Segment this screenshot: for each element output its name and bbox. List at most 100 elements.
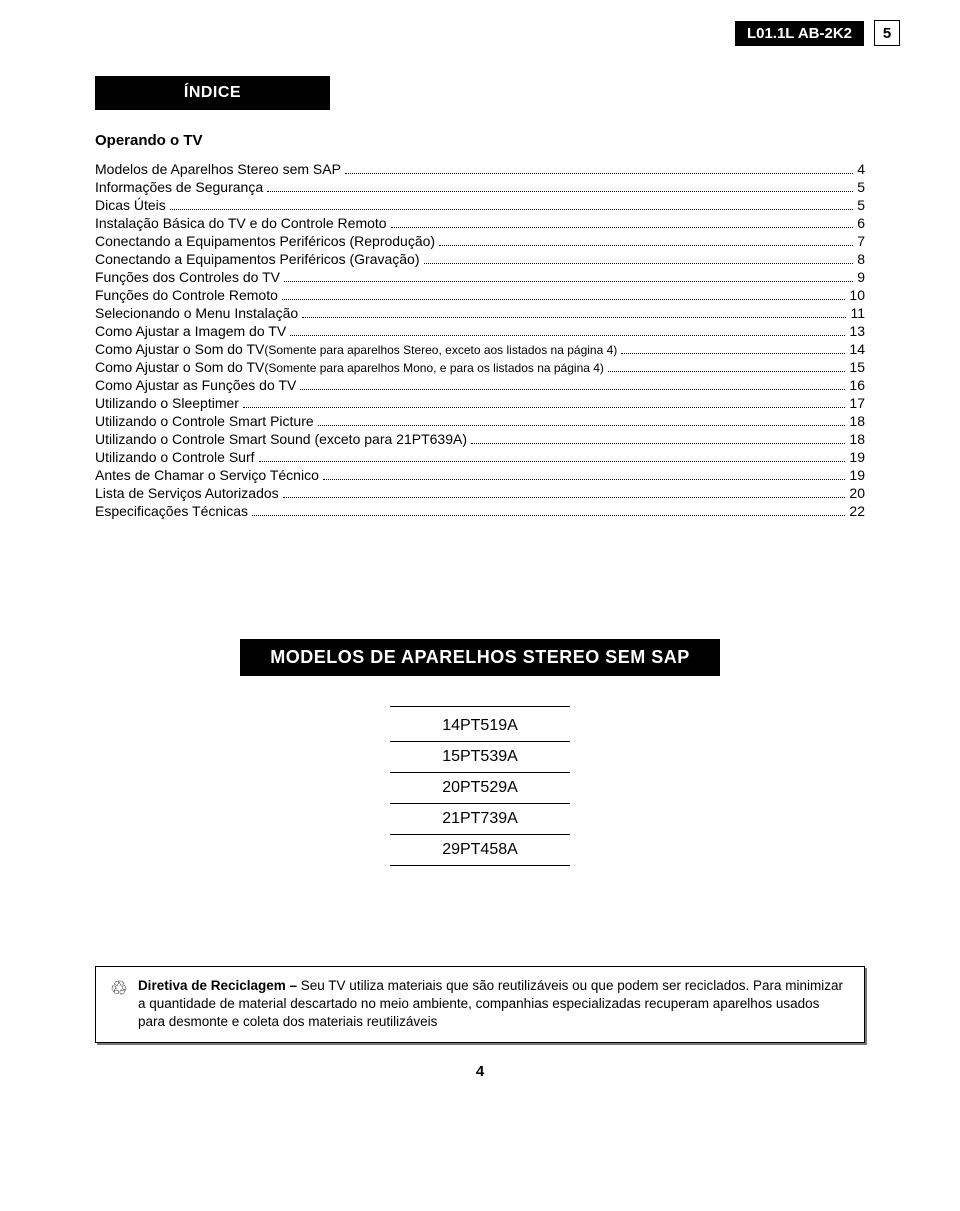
recycle-icon: ♲ — [110, 977, 128, 1032]
toc-dots — [318, 425, 846, 426]
toc-dots — [259, 461, 846, 462]
toc-page: 18 — [849, 413, 865, 429]
toc-dots — [283, 497, 846, 498]
toc-dots — [284, 281, 853, 282]
toc-label: Especificações Técnicas — [95, 503, 248, 519]
toc-page: 6 — [857, 215, 865, 231]
toc-list: Modelos de Aparelhos Stereo sem SAP 4 Info… — [95, 161, 865, 519]
toc-row: Funções dos Controles do TV 9 — [95, 269, 865, 285]
toc-label: Utilizando o Controle Smart Picture — [95, 413, 314, 429]
model-item: 14PT519A — [390, 711, 570, 742]
toc-label: Conectando a Equipamentos Periféricos (G… — [95, 251, 420, 267]
toc-label: Antes de Chamar o Serviço Técnico — [95, 467, 319, 483]
toc-label: Funções do Controle Remoto — [95, 287, 278, 303]
toc-page: 19 — [849, 449, 865, 465]
toc-row: Como Ajustar o Som do TV (Somente para a… — [95, 359, 865, 375]
toc-page: 5 — [857, 179, 865, 195]
toc-row: Como Ajustar as Funções do TV 16 — [95, 377, 865, 393]
toc-row: Conectando a Equipamentos Periféricos (G… — [95, 251, 865, 267]
toc-row: Utilizando o Controle Smart Sound (excet… — [95, 431, 865, 447]
toc-row: Especificações Técnicas 22 — [95, 503, 865, 519]
toc-page: 13 — [849, 323, 865, 339]
toc-page: 17 — [849, 395, 865, 411]
toc-page: 18 — [849, 431, 865, 447]
footer-page-number: 4 — [95, 1063, 865, 1080]
toc-dots — [471, 443, 845, 444]
toc-sublabel: (Somente para aparelhos Mono, e para os … — [264, 361, 604, 375]
toc-row: Como Ajustar o Som do TV (Somente para a… — [95, 341, 865, 357]
toc-dots — [300, 389, 845, 390]
toc-page: 10 — [849, 287, 865, 303]
toc-row: Selecionando o Menu Instalação 11 — [95, 305, 865, 321]
toc-row: Instalação Básica do TV e do Controle Re… — [95, 215, 865, 231]
toc-row: Modelos de Aparelhos Stereo sem SAP 4 — [95, 161, 865, 177]
header-badge: L01.1L AB-2K2 — [735, 21, 864, 46]
toc-label: Dicas Úteis — [95, 197, 166, 213]
toc-page: 15 — [849, 359, 865, 375]
toc-page: 9 — [857, 269, 865, 285]
toc-dots — [424, 263, 854, 264]
toc-dots — [267, 191, 853, 192]
header-page-box: 5 — [874, 20, 900, 46]
toc-page: 5 — [857, 197, 865, 213]
toc-page: 7 — [857, 233, 865, 249]
toc-row: Antes de Chamar o Serviço Técnico 19 — [95, 467, 865, 483]
toc-dots — [282, 299, 846, 300]
recycle-text: Diretiva de Reciclagem – Seu TV utiliza … — [138, 977, 850, 1032]
toc-page: 4 — [857, 161, 865, 177]
model-item: 29PT458A — [390, 835, 570, 866]
toc-label: Conectando a Equipamentos Periféricos (R… — [95, 233, 435, 249]
toc-label: Utilizando o Controle Smart Sound (excet… — [95, 431, 467, 447]
toc-page: 22 — [849, 503, 865, 519]
toc-dots — [391, 227, 854, 228]
toc-row: Conectando a Equipamentos Periféricos (R… — [95, 233, 865, 249]
toc-sublabel: (Somente para aparelhos Stereo, exceto a… — [264, 343, 617, 357]
toc-row: Funções do Controle Remoto 10 — [95, 287, 865, 303]
toc-label: Como Ajustar a Imagem do TV — [95, 323, 286, 339]
toc-label: Selecionando o Menu Instalação — [95, 305, 298, 321]
toc-dots — [243, 407, 845, 408]
toc-label: Utilizando o Controle Surf — [95, 449, 255, 465]
toc-row: Informações de Segurança 5 — [95, 179, 865, 195]
toc-dots — [439, 245, 853, 246]
toc-row: Como Ajustar a Imagem do TV 13 — [95, 323, 865, 339]
toc-label: Lista de Serviços Autorizados — [95, 485, 279, 501]
recycle-box: ♲ Diretiva de Reciclagem – Seu TV utiliz… — [95, 966, 865, 1043]
models-box: 14PT519A15PT539A20PT529A21PT739A29PT458A — [390, 706, 570, 866]
toc-dots — [323, 479, 846, 480]
toc-label: Como Ajustar o Som do TV — [95, 341, 264, 357]
toc-row: Utilizando o Controle Surf 19 — [95, 449, 865, 465]
toc-dots — [621, 353, 845, 354]
models-title: MODELOS DE APARELHOS STEREO SEM SAP — [240, 639, 720, 676]
toc-label: Informações de Segurança — [95, 179, 263, 195]
toc-dots — [608, 371, 846, 372]
toc-row: Dicas Úteis 5 — [95, 197, 865, 213]
toc-page: 14 — [849, 341, 865, 357]
toc-label: Modelos de Aparelhos Stereo sem SAP — [95, 161, 341, 177]
subheading-operando: Operando o TV — [95, 132, 865, 149]
toc-row: Lista de Serviços Autorizados 20 — [95, 485, 865, 501]
page-content: ÍNDICE Operando o TV Modelos de Aparelho… — [0, 46, 960, 1120]
toc-page: 20 — [849, 485, 865, 501]
toc-dots — [302, 317, 846, 318]
toc-row: Utilizando o Sleeptimer 17 — [95, 395, 865, 411]
indice-title: ÍNDICE — [95, 76, 330, 110]
model-item: 15PT539A — [390, 742, 570, 773]
toc-page: 16 — [849, 377, 865, 393]
toc-label: Utilizando o Sleeptimer — [95, 395, 239, 411]
toc-row: Utilizando o Controle Smart Picture 18 — [95, 413, 865, 429]
toc-page: 8 — [857, 251, 865, 267]
model-item: 21PT739A — [390, 804, 570, 835]
recycle-title: Diretiva de Reciclagem – — [138, 978, 301, 993]
toc-label: Funções dos Controles do TV — [95, 269, 280, 285]
toc-label: Como Ajustar o Som do TV — [95, 359, 264, 375]
toc-dots — [345, 173, 853, 174]
toc-page: 11 — [850, 305, 865, 321]
toc-page: 19 — [849, 467, 865, 483]
toc-dots — [252, 515, 845, 516]
toc-label: Como Ajustar as Funções do TV — [95, 377, 296, 393]
toc-dots — [170, 209, 853, 210]
toc-label: Instalação Básica do TV e do Controle Re… — [95, 215, 387, 231]
toc-dots — [290, 335, 845, 336]
model-item: 20PT529A — [390, 773, 570, 804]
